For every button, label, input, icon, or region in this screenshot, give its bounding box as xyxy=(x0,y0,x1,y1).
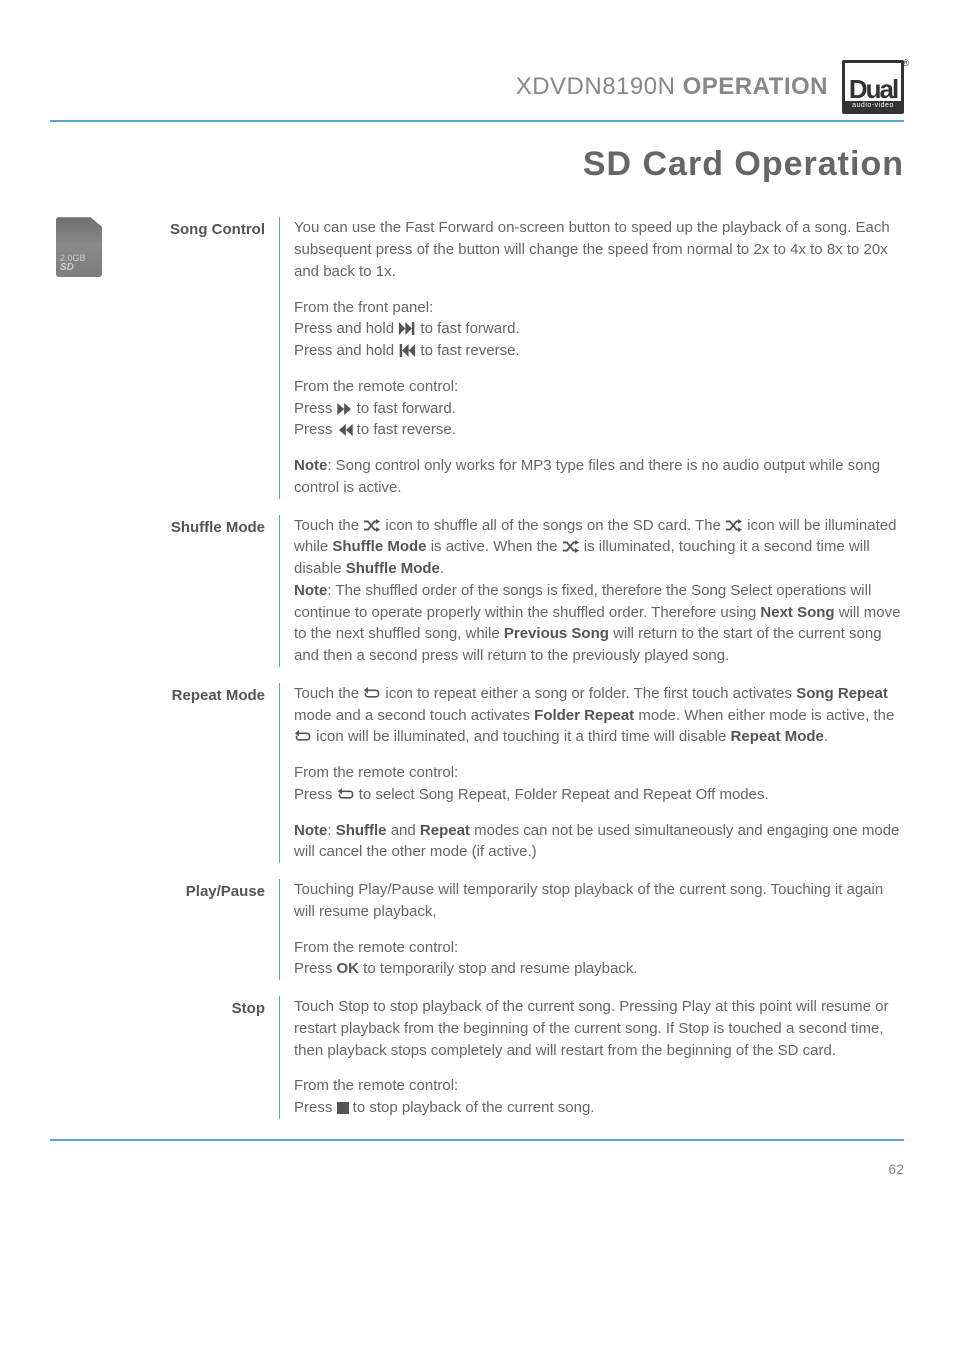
text: From the remote control: xyxy=(294,939,458,956)
text: to stop playback of the current song. xyxy=(349,1099,595,1116)
prev-track-icon xyxy=(398,344,416,357)
section-stop: Stop Touch Stop to stop playback of the … xyxy=(130,996,904,1119)
text: is active. When the xyxy=(427,538,562,555)
text: icon will be illuminated, and touching i… xyxy=(312,728,731,745)
paragraph: Note: Song control only works for MP3 ty… xyxy=(294,455,904,499)
text: . xyxy=(440,560,444,577)
stop-icon xyxy=(337,1102,349,1114)
text: to fast forward. xyxy=(353,400,456,417)
section-label: Play/Pause xyxy=(130,879,280,980)
footer-divider xyxy=(50,1139,904,1141)
paragraph: From the remote control: Press to fast f… xyxy=(294,376,904,441)
shuffle-icon xyxy=(363,519,381,532)
text: and xyxy=(387,822,420,839)
page-number: 62 xyxy=(50,1159,904,1179)
paragraph: Touching Play/Pause will temporarily sto… xyxy=(294,879,904,923)
text: to select Song Repeat, Folder Repeat and… xyxy=(355,786,769,803)
text: Press xyxy=(294,421,337,438)
bold-text: Folder Repeat xyxy=(534,707,634,724)
paragraph: From the remote control: Press to stop p… xyxy=(294,1075,904,1119)
paragraph: Touch the icon to shuffle all of the son… xyxy=(294,515,904,667)
paragraph: Touch Stop to stop playback of the curre… xyxy=(294,996,904,1061)
text: icon to repeat either a song or folder. … xyxy=(381,685,796,702)
logo-text: Dual xyxy=(849,76,897,102)
text: icon to shuffle all of the songs on the … xyxy=(381,517,725,534)
fast-reverse-icon xyxy=(337,424,353,436)
paragraph: Note: Shuffle and Repeat modes can not b… xyxy=(294,820,904,864)
text: Press xyxy=(294,960,337,977)
paragraph: Touch the icon to repeat either a song o… xyxy=(294,683,904,748)
text: From the remote control: xyxy=(294,1077,458,1094)
bold-text: Shuffle Mode xyxy=(332,538,426,555)
text: From the remote control: xyxy=(294,764,458,781)
text: Touch the xyxy=(294,517,363,534)
section-label: Stop xyxy=(130,996,280,1119)
text: . xyxy=(824,728,828,745)
text: : Song control only works for MP3 type f… xyxy=(294,457,880,496)
bold-text: Song Repeat xyxy=(796,685,888,702)
bold-text: Next Song xyxy=(760,604,834,621)
product-model: XDVDN8190N xyxy=(516,73,676,100)
section-body: Touching Play/Pause will temporarily sto… xyxy=(280,879,904,980)
registered-mark: ® xyxy=(902,57,909,70)
bold-text: Shuffle xyxy=(336,822,387,839)
text: From the remote control: xyxy=(294,378,458,395)
note-label: Note xyxy=(294,822,327,839)
bold-text: Previous Song xyxy=(504,625,609,642)
note-label: Note xyxy=(294,457,327,474)
product-title: XDVDN8190N OPERATION xyxy=(516,70,828,105)
section-shuffle-mode: Shuffle Mode Touch the icon to shuffle a… xyxy=(130,515,904,667)
page-header: XDVDN8190N OPERATION ® Dual audio-video xyxy=(50,60,904,114)
text: to fast forward. xyxy=(416,320,519,337)
text: to fast reverse. xyxy=(416,342,519,359)
brand-logo: ® Dual audio-video xyxy=(842,60,904,114)
repeat-icon xyxy=(337,788,355,801)
bold-text: Repeat Mode xyxy=(731,728,824,745)
section-label: Shuffle Mode xyxy=(130,515,280,667)
fast-forward-icon xyxy=(337,403,353,415)
section-label: Song Control xyxy=(130,217,280,498)
next-track-icon xyxy=(398,322,416,335)
paragraph: From the remote control: Press OK to tem… xyxy=(294,937,904,981)
section-name: OPERATION xyxy=(683,73,828,100)
text: Press xyxy=(294,1099,337,1116)
text: mode. When either mode is active, the xyxy=(634,707,894,724)
text: Touch the xyxy=(294,685,363,702)
section-body: Touch Stop to stop playback of the curre… xyxy=(280,996,904,1119)
section-body: Touch the icon to repeat either a song o… xyxy=(280,683,904,863)
section-play-pause: Play/Pause Touching Play/Pause will temp… xyxy=(130,879,904,980)
page-title: SD Card Operation xyxy=(50,140,904,189)
text: From the front panel: xyxy=(294,299,433,316)
bold-text: Shuffle Mode xyxy=(346,560,440,577)
section-song-control: Song Control You can use the Fast Forwar… xyxy=(130,217,904,498)
paragraph: From the remote control: Press to select… xyxy=(294,762,904,806)
bold-text: Repeat xyxy=(420,822,470,839)
paragraph: You can use the Fast Forward on-screen b… xyxy=(294,217,904,282)
section-body: You can use the Fast Forward on-screen b… xyxy=(280,217,904,498)
sd-card-icon: 2.0GB SD xyxy=(56,217,102,277)
text: Press xyxy=(294,786,337,803)
repeat-icon xyxy=(294,730,312,743)
text: mode and a second touch activates xyxy=(294,707,534,724)
section-body: Touch the icon to shuffle all of the son… xyxy=(280,515,904,667)
text: to fast reverse. xyxy=(353,421,456,438)
shuffle-icon xyxy=(562,540,580,553)
sd-label: SD xyxy=(60,263,74,273)
text: Press and hold xyxy=(294,342,398,359)
section-repeat-mode: Repeat Mode Touch the icon to repeat eit… xyxy=(130,683,904,863)
text: : xyxy=(327,822,335,839)
note-label: Note xyxy=(294,582,327,599)
text: Press and hold xyxy=(294,320,398,337)
text: to temporarily stop and resume playback. xyxy=(359,960,637,977)
paragraph: From the front panel: Press and hold to … xyxy=(294,297,904,362)
shuffle-icon xyxy=(725,519,743,532)
section-label: Repeat Mode xyxy=(130,683,280,863)
logo-subtext: audio-video xyxy=(845,101,901,111)
header-divider xyxy=(50,120,904,122)
repeat-icon xyxy=(363,687,381,700)
bold-text: OK xyxy=(337,960,360,977)
text: Press xyxy=(294,400,337,417)
